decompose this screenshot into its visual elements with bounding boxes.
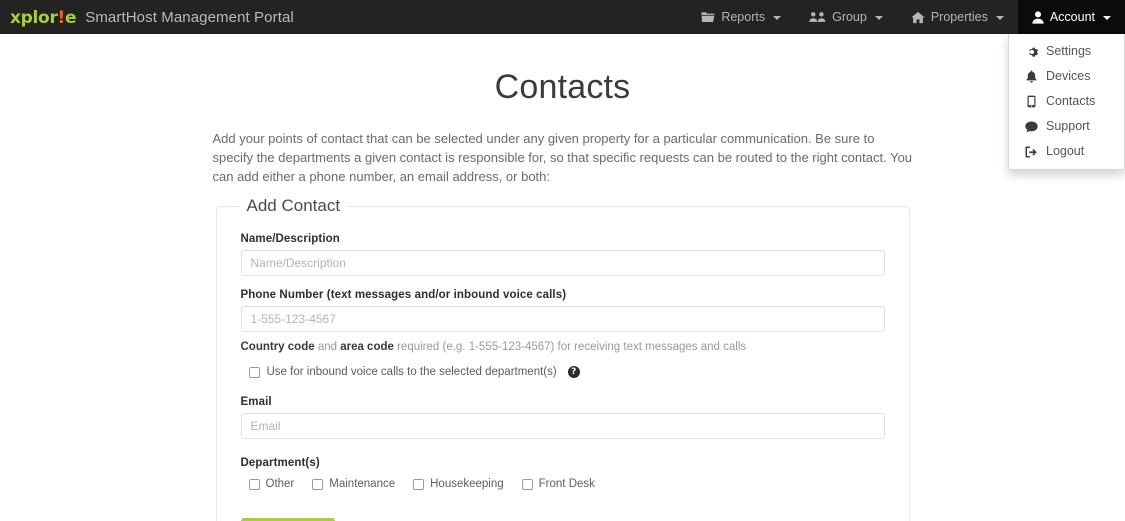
nav-item-group[interactable]: Group xyxy=(795,0,897,34)
phone-input[interactable] xyxy=(240,306,885,332)
dropdown-item-support[interactable]: Support xyxy=(1009,114,1124,139)
department-option-maintenance[interactable]: Maintenance xyxy=(312,478,395,490)
name-form-group: Name/Description xyxy=(240,233,885,276)
dropdown-item-settings-label: Settings xyxy=(1046,44,1092,58)
nav-item-reports-label: Reports xyxy=(721,10,766,24)
phone-help-mid: and xyxy=(314,341,341,353)
nav-right-group: Reports Group Properties Account xyxy=(687,0,1125,34)
inbound-voice-checkbox-row: Use for inbound voice calls to the selec… xyxy=(248,366,885,378)
nav-item-properties-label: Properties xyxy=(930,10,988,24)
department-option-front-desk[interactable]: Front Desk xyxy=(521,478,595,490)
account-dropdown-menu: Settings Devices Contacts Support Logout xyxy=(1008,34,1125,170)
dropdown-item-support-label: Support xyxy=(1046,119,1090,133)
departments-label: Department(s) xyxy=(240,457,320,469)
phone-help-rest: required (e.g. 1-555-123-4567) for recei… xyxy=(393,341,747,353)
email-label: Email xyxy=(240,396,272,408)
inbound-voice-checkbox-label[interactable]: Use for inbound voice calls to the selec… xyxy=(267,366,557,378)
chevron-down-icon xyxy=(995,16,1004,20)
nav-item-account[interactable]: Account xyxy=(1017,0,1125,34)
department-checkbox-front-desk[interactable] xyxy=(521,478,533,490)
sign-out-icon xyxy=(1025,146,1038,158)
home-icon xyxy=(911,11,925,24)
department-checkbox-maintenance[interactable] xyxy=(312,478,324,490)
top-navbar: xplor!e SmartHost Management Portal Repo… xyxy=(0,0,1125,170)
department-label-housekeeping[interactable]: Housekeeping xyxy=(430,478,504,490)
dropdown-item-devices[interactable]: Devices xyxy=(1009,64,1124,89)
page-description: Add your points of contact that can be s… xyxy=(212,131,913,184)
dropdown-item-devices-label: Devices xyxy=(1046,69,1091,83)
chevron-down-icon xyxy=(874,16,883,20)
logo-exclamation: ! xyxy=(57,7,66,28)
logo-tail: e xyxy=(64,7,77,28)
dropdown-item-logout-label: Logout xyxy=(1046,144,1085,158)
phone-label: Phone Number (text messages and/or inbou… xyxy=(240,289,567,301)
department-option-other[interactable]: Other xyxy=(248,478,295,490)
add-contact-fieldset: Add Contact Name/Description Phone Numbe… xyxy=(215,194,910,521)
dropdown-item-logout[interactable]: Logout xyxy=(1009,139,1124,164)
gear-icon xyxy=(1025,46,1038,58)
phone-help-country-code: Country code xyxy=(240,341,315,353)
page-body: Contacts Add your points of contact that… xyxy=(0,34,1125,521)
help-icon[interactable]: ? xyxy=(567,366,580,378)
fieldset-legend: Add Contact xyxy=(238,194,349,218)
dropdown-item-contacts[interactable]: Contacts xyxy=(1009,89,1124,114)
page-title: Contacts xyxy=(494,68,631,106)
xplorie-logo: xplor!e xyxy=(10,7,77,28)
bell-icon xyxy=(1025,70,1038,83)
department-option-housekeeping[interactable]: Housekeeping xyxy=(413,478,504,490)
brand[interactable]: xplor!e SmartHost Management Portal xyxy=(0,7,294,28)
nav-item-group-label: Group xyxy=(832,10,867,24)
phone-form-group: Phone Number (text messages and/or inbou… xyxy=(240,289,885,378)
chevron-down-icon xyxy=(1103,16,1111,20)
phone-help-text: Country code and area code required (e.g… xyxy=(241,339,885,355)
department-label-other[interactable]: Other xyxy=(266,478,295,490)
nav-item-reports[interactable]: Reports xyxy=(687,0,795,34)
name-input[interactable] xyxy=(240,250,885,276)
department-label-front-desk[interactable]: Front Desk xyxy=(539,478,595,490)
mobile-icon xyxy=(1025,95,1038,108)
dropdown-item-contacts-label: Contacts xyxy=(1046,94,1096,108)
user-icon xyxy=(1032,10,1044,24)
department-checkbox-other[interactable] xyxy=(248,478,260,490)
logo-text: xplor xyxy=(10,7,58,28)
dropdown-item-settings[interactable]: Settings xyxy=(1009,39,1124,64)
brand-title: SmartHost Management Portal xyxy=(85,8,294,26)
inbound-voice-checkbox[interactable] xyxy=(248,366,260,378)
email-input[interactable] xyxy=(240,413,885,439)
department-label-maintenance[interactable]: Maintenance xyxy=(329,478,395,490)
chevron-down-icon xyxy=(773,16,782,20)
nav-item-properties[interactable]: Properties xyxy=(897,0,1018,34)
departments-form-group: Department(s) Other Maintenance Housekee… xyxy=(241,457,885,490)
content-container: Contacts Add your points of contact that… xyxy=(213,68,913,521)
nav-item-account-label: Account xyxy=(1049,10,1095,24)
folder-icon xyxy=(701,11,715,23)
department-checkbox-housekeeping[interactable] xyxy=(413,478,425,490)
phone-help-area-code: area code xyxy=(340,341,394,353)
comment-icon xyxy=(1025,121,1038,133)
email-form-group: Email xyxy=(240,396,885,439)
departments-checkbox-row: Other Maintenance Housekeeping Front Des… xyxy=(248,478,885,490)
users-icon xyxy=(809,11,826,23)
name-label: Name/Description xyxy=(240,233,340,245)
